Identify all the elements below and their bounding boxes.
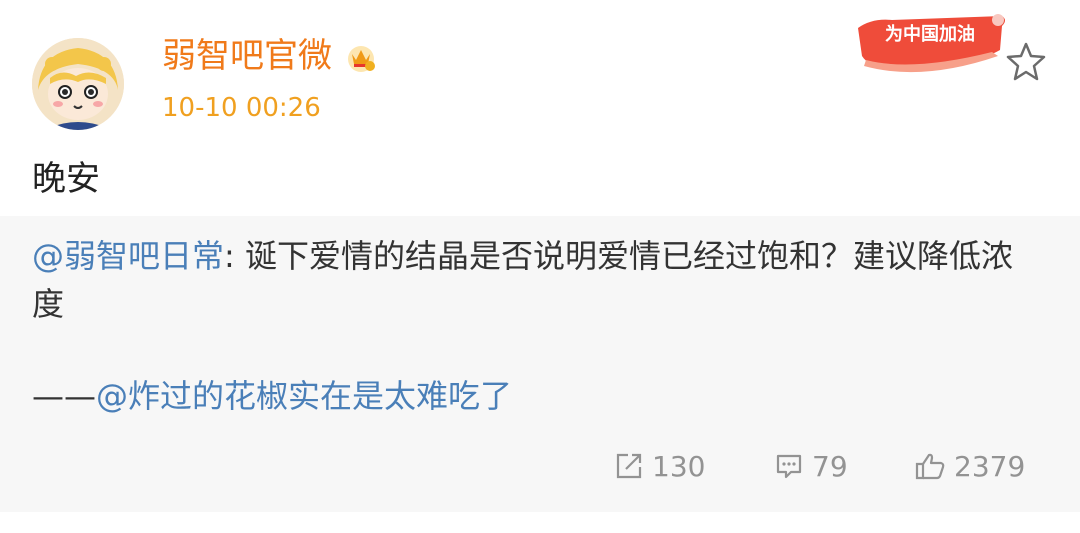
like-count: 2379 <box>954 449 1026 483</box>
star-icon <box>1006 42 1046 81</box>
comment-button[interactable]: 79 <box>774 446 848 486</box>
reposted-content[interactable]: @弱智吧日常: 诞下爱情的结晶是否说明爱情已经过饱和？建议降低浓度 ——@炸过的… <box>0 216 1080 512</box>
comment-icon <box>776 454 802 479</box>
post-timestamp: 10-10 00:26 <box>162 93 321 123</box>
repost-separator: : <box>224 237 245 275</box>
repost-button[interactable]: 130 <box>614 446 705 486</box>
share-icon <box>616 453 642 479</box>
attribution-prefix: —— <box>32 377 96 415</box>
author-name-text: 弱智吧官微 <box>162 36 332 76</box>
thumbs-up-icon <box>915 453 945 480</box>
favorite-button[interactable] <box>1004 40 1048 84</box>
repost-actions: 130 79 2379 <box>0 446 1080 486</box>
weibo-post-card: 弱智吧官微 10-10 00:26 为中国加油 晚安 @弱智吧日常: 诞下爱情的… <box>0 0 1080 512</box>
avatar[interactable] <box>32 38 124 130</box>
author-name[interactable]: 弱智吧官微 <box>162 32 378 80</box>
repost-body: @弱智吧日常: 诞下爱情的结晶是否说明爱情已经过饱和？建议降低浓度 <box>32 232 1042 328</box>
event-banner[interactable]: 为中国加油 <box>852 10 1010 76</box>
event-banner-text: 为中国加油 <box>885 23 975 45</box>
crown-badge-icon <box>344 39 378 73</box>
repost-attribution: ——@炸过的花椒实在是太难吃了 <box>32 372 512 420</box>
comment-count: 79 <box>812 449 848 483</box>
repost-count: 130 <box>652 449 706 483</box>
attribution-mention[interactable]: @炸过的花椒实在是太难吃了 <box>96 377 512 415</box>
repost-author-mention[interactable]: @弱智吧日常 <box>32 237 224 275</box>
post-text: 晚安 <box>32 159 100 199</box>
avatar-image <box>32 38 124 130</box>
like-button[interactable]: 2379 <box>914 446 1025 486</box>
